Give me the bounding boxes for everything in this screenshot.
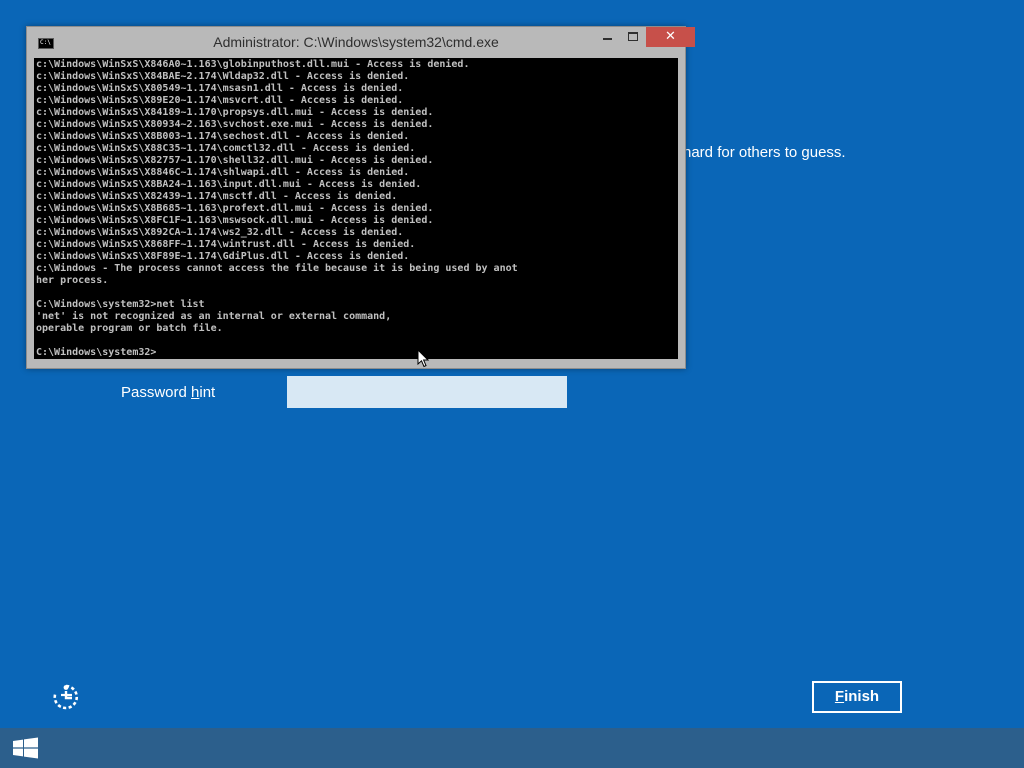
setup-screen: hard for others to guess. Password hint …	[0, 0, 1024, 768]
cmd-window[interactable]: C:\ Administrator: C:\Windows\system32\c…	[26, 26, 695, 369]
console-line: c:\Windows\WinSxS\X84189~1.170\propsys.d…	[36, 107, 434, 118]
console-line: c:\Windows\WinSxS\X8B685~1.163\profext.d…	[36, 203, 434, 214]
password-hint-label: Password hint	[121, 384, 215, 401]
console-line: c:\Windows\WinSxS\X8BA24~1.163\input.dll…	[36, 179, 422, 190]
console-line: her process.	[36, 275, 109, 286]
console-line: 'net' is not recognized as an internal o…	[36, 311, 392, 322]
console-line: c:\Windows\WinSxS\X868FF~1.174\wintrust.…	[36, 239, 416, 250]
finish-button[interactable]: Finish	[812, 681, 902, 713]
console-line: c:\Windows\WinSxS\X82439~1.174\msctf.dll…	[36, 191, 398, 202]
console-line: c:\Windows\WinSxS\X892CA~1.174\ws2_32.dl…	[36, 227, 404, 238]
minimize-button[interactable]	[594, 27, 620, 47]
password-hint-label-prefix: Password	[121, 384, 192, 401]
password-hint-input[interactable]	[287, 376, 567, 408]
ease-of-access-icon[interactable]	[52, 683, 80, 711]
console-line: operable program or batch file.	[36, 323, 223, 334]
cmd-window-title: Administrator: C:\Windows\system32\cmd.e…	[213, 34, 499, 50]
mouse-pointer-icon	[417, 349, 429, 368]
console-line: c:\Windows\WinSxS\X89E20~1.174\msvcrt.dl…	[36, 95, 404, 106]
windows-logo-icon[interactable]	[0, 728, 50, 768]
console-line: c:\Windows\WinSxS\X88C35~1.174\comctl32.…	[36, 143, 416, 154]
maximize-button[interactable]	[620, 27, 646, 47]
taskbar	[0, 728, 1024, 768]
console-line: c:\Windows\WinSxS\X846A0~1.163\globinput…	[36, 59, 470, 70]
console-line: c:\Windows\WinSxS\X8FC1F~1.163\mswsock.d…	[36, 215, 434, 226]
console-line: c:\Windows - The process cannot access t…	[36, 263, 518, 274]
console-line: c:\Windows\WinSxS\X8846C~1.174\shlwapi.d…	[36, 167, 410, 178]
close-button[interactable]: ✕	[646, 27, 695, 47]
password-instruction-text: hard for others to guess.	[683, 144, 846, 161]
console-line: c:\Windows\WinSxS\X80934~2.163\svchost.e…	[36, 119, 434, 130]
console-line: C:\Windows\system32>net list	[36, 299, 205, 310]
console-line: c:\Windows\WinSxS\X80549~1.174\msasn1.dl…	[36, 83, 404, 94]
console-line: C:\Windows\system32>	[36, 347, 157, 358]
console-area[interactable]: c:\Windows\WinSxS\X846A0~1.163\globinput…	[34, 58, 678, 359]
cmd-titlebar[interactable]: C:\ Administrator: C:\Windows\system32\c…	[27, 27, 695, 58]
close-icon: ✕	[665, 29, 676, 44]
finish-button-accel: F	[834, 688, 845, 705]
finish-button-label: inish	[844, 688, 880, 705]
console-output: c:\Windows\WinSxS\X846A0~1.163\globinput…	[36, 59, 676, 359]
password-hint-label-suffix: int	[199, 384, 216, 401]
console-line: c:\Windows\WinSxS\X8B003~1.174\sechost.d…	[36, 131, 410, 142]
console-line: c:\Windows\WinSxS\X8F89E~1.174\GdiPlus.d…	[36, 251, 410, 262]
console-line: c:\Windows\WinSxS\X82757~1.170\shell32.d…	[36, 155, 434, 166]
console-line: c:\Windows\WinSxS\X84BAE~2.174\Wldap32.d…	[36, 71, 410, 82]
